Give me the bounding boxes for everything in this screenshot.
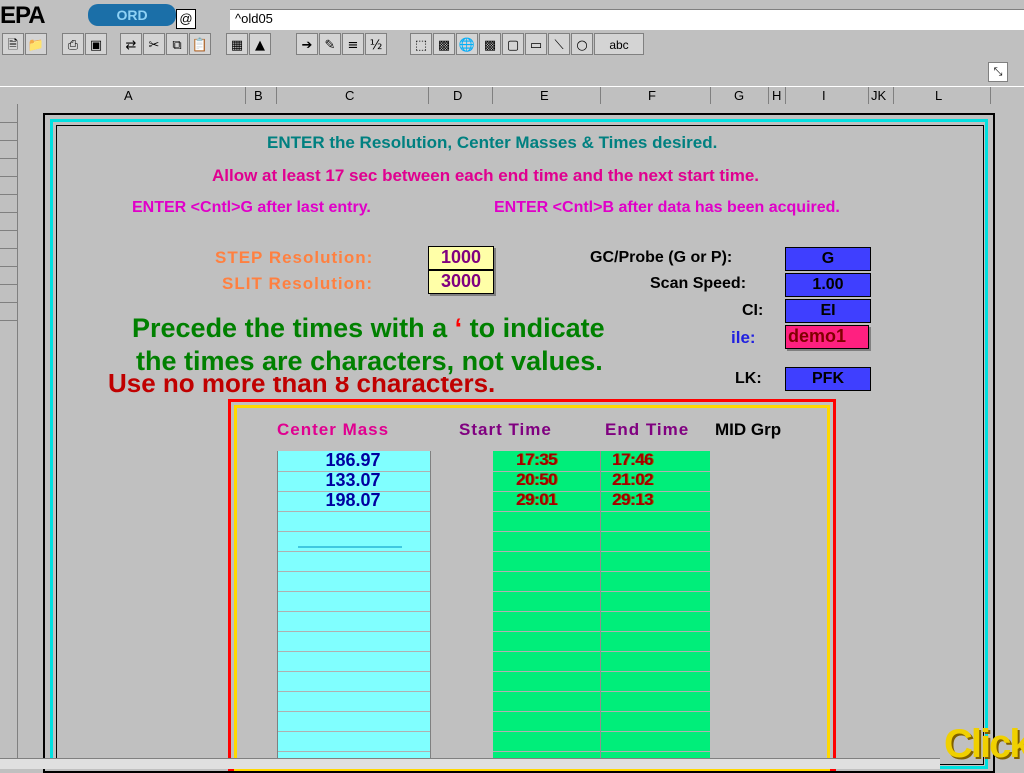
bar-chart-icon[interactable]: ▩	[433, 33, 455, 55]
cursor-mark	[298, 546, 402, 548]
callout-quote-mark: ‘	[454, 313, 463, 343]
column-l[interactable]: L	[935, 88, 942, 103]
slit-resolution-field[interactable]: 3000	[428, 270, 494, 294]
step-resolution-label: STEP Resolution:	[215, 248, 374, 267]
data-file-field[interactable]: demo1	[785, 325, 869, 349]
line-icon[interactable]: ⟍	[548, 33, 570, 55]
column-e[interactable]: E	[540, 88, 549, 103]
fraction-icon[interactable]: ½	[365, 33, 387, 55]
badge-text: ORD	[116, 7, 148, 23]
column-i[interactable]: I	[822, 88, 826, 103]
cell-reference-box[interactable]: @	[176, 9, 196, 29]
print-icon[interactable]: ⎙	[62, 33, 84, 55]
cut-icon[interactable]: ✂	[143, 33, 165, 55]
select-icon[interactable]: ⬚	[410, 33, 432, 55]
instruction-cntl-g: ENTER <Cntl>G after last entry.	[132, 199, 371, 216]
mass-cell-3[interactable]: 198.07	[277, 490, 429, 510]
end-time-cell-1[interactable]: 17:46	[612, 450, 653, 470]
logo-text: EPA	[0, 2, 46, 29]
gc-probe-label: GC/Probe (G or P):	[590, 249, 733, 266]
row-header	[0, 104, 18, 768]
header-mid-group: MID Grp	[715, 420, 827, 440]
column-a[interactable]: A	[124, 88, 133, 103]
toolbar: 🗎 📁 ⎙ ▣ ⇄ ✂ ⧉ 📋 ▦ ▲ ➔ ✎ ≡ ½ ⬚ ▩ 🌐 ▩ ▢ ▭ …	[0, 31, 1024, 59]
lock-mass-label: LK:	[735, 370, 762, 387]
arrow-right-icon[interactable]: ➔	[296, 33, 318, 55]
rectangle-icon[interactable]: ▭	[525, 33, 547, 55]
ionization-field[interactable]: EI	[785, 299, 871, 323]
header-center-mass: Center Mass	[277, 420, 390, 439]
callout-line-1-b: to indicate	[462, 313, 605, 343]
resize-icon[interactable]: ⤡	[988, 62, 1008, 82]
toolbar-strip	[0, 58, 1024, 86]
swap-icon[interactable]: ⇄	[120, 33, 142, 55]
callout-line-2: the times are characters, not values.	[134, 346, 605, 377]
column-b[interactable]: B	[254, 88, 263, 103]
ionization-label: CI:	[742, 302, 764, 319]
new-file-icon[interactable]: 🗎	[2, 33, 24, 55]
gc-probe-field[interactable]: G	[785, 247, 871, 271]
globe-icon[interactable]: 🌐	[456, 33, 478, 55]
data-file-label: ile:	[731, 328, 756, 347]
callout-line-1: Precede the times with a ‘ to indicate	[130, 313, 607, 344]
header-end-time: End Time	[605, 420, 690, 439]
open-folder-icon[interactable]: 📁	[25, 33, 47, 55]
image-icon[interactable]: ▩	[479, 33, 501, 55]
start-time-cell-2[interactable]: 20:50	[516, 470, 557, 490]
scan-speed-label: Scan Speed:	[650, 275, 747, 292]
preview-icon[interactable]: ▣	[85, 33, 107, 55]
copy-icon[interactable]: ⧉	[166, 33, 188, 55]
step-resolution-field[interactable]: 1000	[428, 246, 494, 270]
mass-cell-2[interactable]: 133.07	[277, 470, 429, 490]
edit-icon[interactable]: ✎	[319, 33, 341, 55]
ellipse-icon[interactable]: ○	[571, 33, 593, 55]
epa-logo: EPA	[0, 2, 46, 30]
end-time-cell-2[interactable]: 21:02	[612, 470, 653, 490]
column-h[interactable]: H	[772, 88, 781, 103]
format-cells-icon[interactable]: ▦	[226, 33, 248, 55]
insert-icon[interactable]: ≡	[342, 33, 364, 55]
horizontal-scrollbar[interactable]	[0, 758, 940, 769]
chart-image-icon[interactable]: ▲	[249, 33, 271, 55]
start-time-cell-3[interactable]: 29:01	[516, 490, 557, 510]
text-box-icon[interactable]: abc	[594, 33, 644, 55]
scan-speed-field[interactable]: 1.00	[785, 273, 871, 297]
instruction-cntl-b: ENTER <Cntl>B after data has been acquir…	[494, 199, 840, 216]
paste-icon[interactable]: 📋	[189, 33, 211, 55]
callout-line-1-a: Precede the times with a	[132, 313, 455, 343]
time-column-divider	[600, 451, 601, 761]
column-c[interactable]: C	[345, 88, 354, 103]
slit-resolution-label: SLIT Resolution:	[222, 274, 374, 293]
formula-value: ^old05	[235, 11, 273, 26]
header-start-time: Start Time	[459, 420, 552, 439]
column-header: A B C D E F G H I JK L	[0, 86, 1024, 105]
lock-mass-field[interactable]: PFK	[785, 367, 871, 391]
mass-cell-1[interactable]: 186.97	[277, 450, 429, 470]
ord-logo-icon: ORD	[88, 4, 176, 26]
column-d[interactable]: D	[453, 88, 462, 103]
column-jk[interactable]: JK	[871, 88, 886, 103]
start-time-cell-1[interactable]: 17:35	[516, 450, 557, 470]
instruction-line-1: ENTER the Resolution, Center Masses & Ti…	[267, 133, 718, 152]
screen-icon[interactable]: ▢	[502, 33, 524, 55]
click-button[interactable]: Click	[944, 722, 1024, 767]
end-time-cell-3[interactable]: 29:13	[612, 490, 653, 510]
column-g[interactable]: G	[734, 88, 744, 103]
column-f[interactable]: F	[648, 88, 656, 103]
instruction-line-2: Allow at least 17 sec between each end t…	[212, 166, 760, 185]
formula-bar[interactable]: ^old05	[230, 9, 1024, 30]
